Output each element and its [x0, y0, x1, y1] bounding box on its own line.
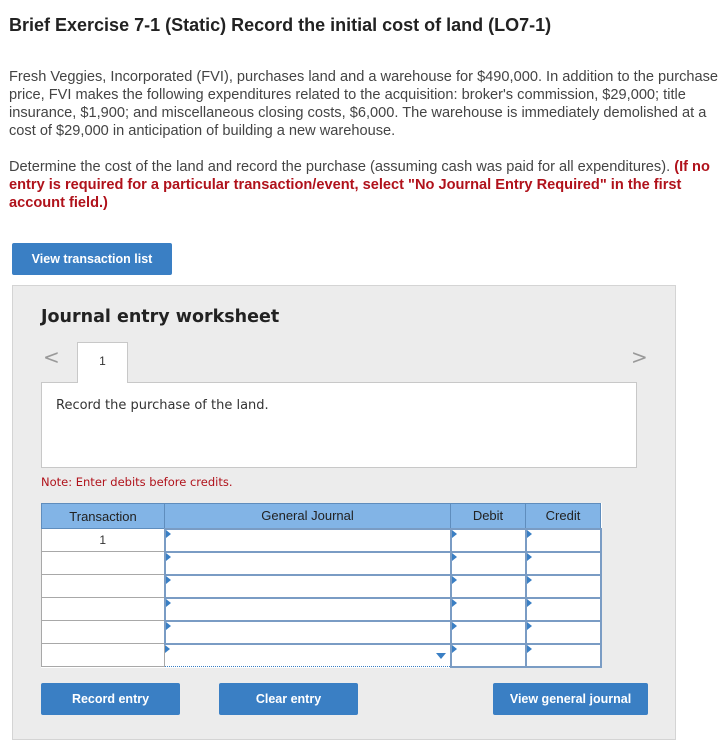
transaction-cell: [41, 574, 165, 598]
credit-input[interactable]: [524, 527, 602, 553]
transaction-cell: [41, 551, 165, 575]
page-title: Brief Exercise 7-1 (Static) Record the i…: [9, 15, 552, 35]
account-input[interactable]: [163, 527, 452, 553]
account-input[interactable]: [163, 596, 452, 622]
credit-input[interactable]: [524, 619, 602, 645]
table-row: [41, 642, 602, 668]
transaction-cell: [41, 620, 165, 644]
debit-input[interactable]: [449, 596, 527, 622]
problem-description: Fresh Veggies, Incorporated (FVI), purch…: [9, 69, 719, 139]
transaction-description: Record the purchase of the land.: [56, 398, 269, 413]
account-input[interactable]: [163, 550, 452, 576]
account-select[interactable]: [164, 643, 451, 667]
record-entry-button[interactable]: Record entry: [41, 683, 180, 715]
debit-input[interactable]: [449, 619, 527, 645]
table-row: 1: [41, 527, 602, 553]
debit-input[interactable]: [449, 527, 527, 553]
table-row: [41, 550, 602, 576]
credit-input[interactable]: [524, 596, 602, 622]
transaction-cell: 1: [41, 528, 165, 552]
transaction-cell: [41, 597, 165, 621]
table-row: [41, 596, 602, 622]
debit-input[interactable]: [449, 642, 527, 668]
view-general-journal-button[interactable]: View general journal: [493, 683, 648, 715]
chevron-right-icon[interactable]: >: [631, 345, 648, 369]
chevron-left-icon[interactable]: <: [43, 345, 60, 369]
account-input[interactable]: [163, 573, 452, 599]
transaction-cell: [41, 643, 165, 667]
column-header-general-journal: General Journal: [164, 503, 451, 529]
account-input[interactable]: [163, 619, 452, 645]
debit-input[interactable]: [449, 573, 527, 599]
column-header-credit: Credit: [525, 503, 601, 529]
credit-input[interactable]: [524, 550, 602, 576]
journal-entry-worksheet: Journal entry worksheet < > 1 Record the…: [12, 285, 676, 740]
debit-credit-note: Note: Enter debits before credits.: [41, 475, 233, 489]
column-header-transaction: Transaction: [41, 503, 165, 529]
view-transaction-list-button[interactable]: View transaction list: [12, 243, 172, 275]
table-row: [41, 619, 602, 645]
tab-transaction-1[interactable]: 1: [77, 342, 128, 383]
table-row: [41, 573, 602, 599]
debit-input[interactable]: [449, 550, 527, 576]
clear-entry-button[interactable]: Clear entry: [219, 683, 358, 715]
problem-instructions: Determine the cost of the land and recor…: [9, 158, 721, 212]
worksheet-title: Journal entry worksheet: [41, 307, 280, 327]
transaction-description-box: Record the purchase of the land.: [41, 382, 637, 468]
chevron-down-icon[interactable]: [435, 652, 446, 659]
credit-input[interactable]: [524, 642, 602, 668]
journal-table: Transaction General Journal Debit Credit…: [41, 503, 602, 668]
column-header-debit: Debit: [450, 503, 526, 529]
task-text: Determine the cost of the land and recor…: [9, 159, 671, 175]
credit-input[interactable]: [524, 573, 602, 599]
